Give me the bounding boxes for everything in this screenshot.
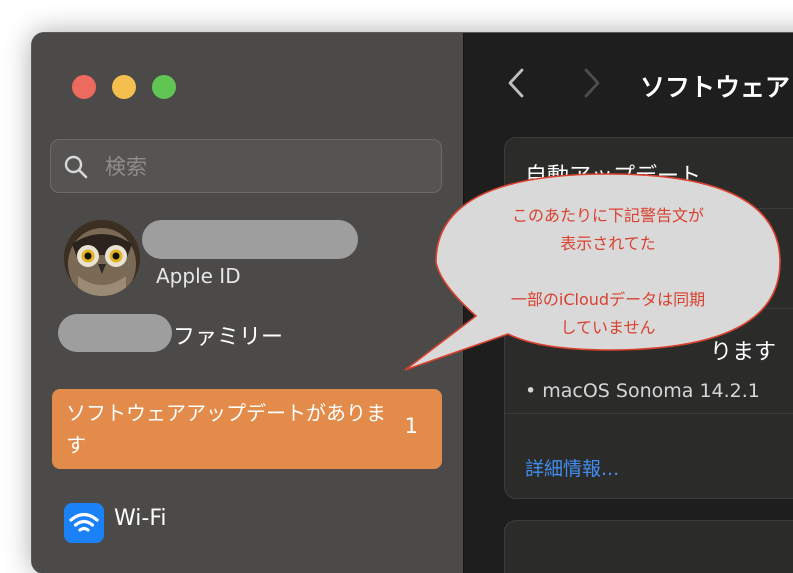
annotation-line: 一部のiCloudデータは同期 (510, 290, 706, 309)
page-title: ソフトウェア (640, 73, 791, 102)
sidebar: Apple ID ファミリー ソフトウェアアップデートがあります 1 Wi-Fi (32, 33, 464, 573)
more-info-link[interactable]: 詳細情報... (525, 454, 619, 481)
family-icon-redacted (58, 314, 172, 352)
sidebar-item-label: ソフトウェアアップデートがあります (66, 401, 386, 457)
back-chevron-icon[interactable] (504, 66, 528, 100)
update-count-badge: 1 (404, 414, 418, 438)
divider (505, 413, 793, 414)
apple-id-label[interactable]: Apple ID (156, 264, 241, 288)
sidebar-item-software-update[interactable]: ソフトウェアアップデートがあります 1 (52, 389, 442, 469)
minimize-window-button[interactable] (112, 75, 136, 99)
settings-card (504, 520, 793, 573)
search-field[interactable] (50, 139, 442, 193)
forward-chevron-icon[interactable] (580, 66, 604, 100)
annotation-text: このあたりに下記警告文が 表示されてた 一部のiCloudデータは同期 していま… (468, 202, 748, 342)
annotation-line: していません (560, 318, 656, 337)
zoom-window-button[interactable] (152, 75, 176, 99)
annotation-line: このあたりに下記警告文が (511, 206, 704, 225)
update-item-name: macOS Sonoma 14.2.1 (542, 380, 760, 402)
account-name-redacted[interactable] (142, 220, 358, 259)
close-window-button[interactable] (72, 75, 96, 99)
annotation-line: 表示されてた (560, 234, 656, 253)
update-list-item: • macOS Sonoma 14.2.1 (525, 380, 760, 402)
avatar[interactable] (64, 220, 140, 296)
search-icon (64, 155, 88, 179)
wifi-icon (64, 503, 104, 543)
sidebar-item-label: Wi-Fi (114, 506, 167, 531)
search-input[interactable] (103, 150, 427, 184)
annotation-spacer (468, 258, 748, 286)
owl-avatar-image (64, 220, 140, 296)
family-label[interactable]: ファミリー (173, 319, 283, 351)
auto-update-label[interactable]: 自動アップデート (525, 158, 701, 190)
sidebar-item-wifi[interactable]: Wi-Fi (64, 503, 444, 543)
